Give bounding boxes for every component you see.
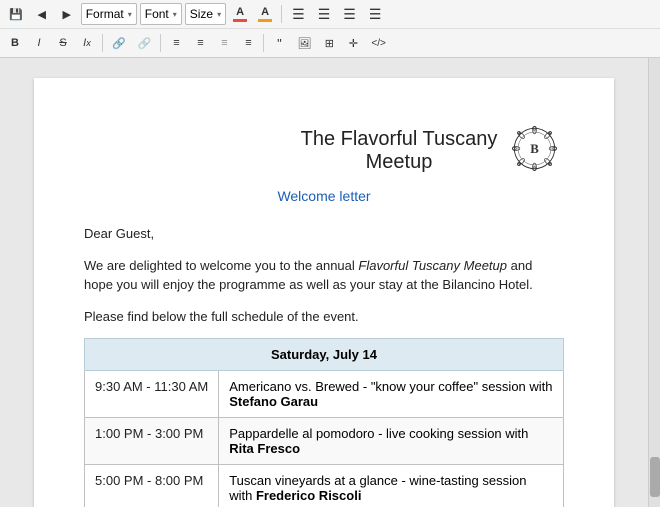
font-highlight-bar — [258, 19, 272, 22]
strikethrough-button[interactable]: S — [52, 32, 74, 54]
font-highlight-button[interactable]: A — [254, 3, 276, 25]
blockquote-button[interactable]: " — [268, 32, 290, 54]
font-dropdown[interactable]: Font ▾ — [140, 3, 182, 25]
italic-button[interactable]: I — [28, 32, 50, 54]
list-ordered-button[interactable]: ≡ — [189, 32, 211, 54]
welcome-link[interactable]: Welcome letter — [84, 188, 564, 204]
align-left-button[interactable]: ☰ — [287, 3, 310, 25]
unlink-button[interactable]: 🔗 — [133, 32, 157, 54]
align-right-button[interactable]: ☰ — [338, 3, 361, 25]
table-row: 9:30 AM - 11:30 AM Americano vs. Brewed … — [85, 371, 564, 418]
align-justify-button[interactable]: ☰ — [364, 3, 387, 25]
font-color-button[interactable]: A — [229, 3, 251, 25]
document-page: The Flavorful Tuscany Meetup — [34, 78, 614, 507]
format-arrow: ▾ — [128, 10, 132, 19]
event-cell: Pappardelle al pomodoro - live cooking s… — [219, 418, 564, 465]
save-button[interactable]: 💾 — [4, 3, 28, 25]
logo-area: B — [504, 118, 564, 178]
schedule-table: Saturday, July 14 9:30 AM - 11:30 AM Ame… — [84, 338, 564, 507]
image-button[interactable]: 🖼 — [292, 32, 316, 54]
size-arrow: ▾ — [217, 10, 221, 19]
redo-button[interactable]: ▶ — [56, 3, 78, 25]
greeting: Dear Guest, — [84, 224, 564, 244]
link-button[interactable]: 🔗 — [107, 32, 131, 54]
scrollbar-track[interactable] — [648, 58, 660, 507]
toolbar-row1: 💾 ◀ ▶ Format ▾ Font ▾ Size ▾ A A ☰ — [0, 0, 660, 29]
font-label: Font — [145, 7, 169, 21]
event-cell: Tuscan vineyards at a glance - wine-tast… — [219, 465, 564, 507]
editor-wrapper: The Flavorful Tuscany Meetup — [0, 58, 660, 507]
paragraph2: Please find below the full schedule of t… — [84, 307, 564, 327]
toolbar: 💾 ◀ ▶ Format ▾ Font ▾ Size ▾ A A ☰ — [0, 0, 660, 58]
document-title: The Flavorful Tuscany Meetup — [294, 128, 504, 174]
toolbar-row2: B I S Ix 🔗 🔗 ≡ ≡ ≡ ≡ " 🖼 ⊞ ✛ </> — [0, 29, 660, 57]
separator2 — [102, 34, 103, 52]
italic-text: Flavorful Tuscany Meetup — [358, 258, 507, 273]
separator — [281, 5, 282, 23]
format-dropdown[interactable]: Format ▾ — [81, 3, 137, 25]
speaker-name: Rita Fresco — [229, 441, 300, 456]
separator3 — [160, 34, 161, 52]
font-color-bar — [233, 19, 247, 22]
source-button[interactable]: </> — [366, 32, 390, 54]
time-cell: 1:00 PM - 3:00 PM — [85, 418, 219, 465]
speaker-name: Stefano Garau — [229, 394, 318, 409]
undo-button[interactable]: ◀ — [31, 3, 53, 25]
indent-more-button[interactable]: ≡ — [237, 32, 259, 54]
separator4 — [263, 34, 264, 52]
list-unordered-button[interactable]: ≡ — [165, 32, 187, 54]
scrollbar-thumb[interactable] — [650, 457, 660, 497]
schedule-header: Saturday, July 14 — [85, 339, 564, 371]
logo-icon: B — [507, 121, 562, 176]
special-char-button[interactable]: ✛ — [342, 32, 364, 54]
font-highlight-letter: A — [261, 7, 269, 18]
time-cell: 9:30 AM - 11:30 AM — [85, 371, 219, 418]
event-cell: Americano vs. Brewed - "know your coffee… — [219, 371, 564, 418]
size-label: Size — [190, 7, 213, 21]
format-label: Format — [86, 7, 124, 21]
font-color-letter: A — [236, 7, 244, 18]
indent-less-button[interactable]: ≡ — [213, 32, 235, 54]
speaker-name: Frederico Riscoli — [256, 488, 361, 503]
bold-button[interactable]: B — [4, 32, 26, 54]
table-row: 5:00 PM - 8:00 PM Tuscan vineyards at a … — [85, 465, 564, 507]
clear-format-button[interactable]: Ix — [76, 32, 98, 54]
paragraph1: We are delighted to welcome you to the a… — [84, 256, 564, 295]
size-dropdown[interactable]: Size ▾ — [185, 3, 226, 25]
time-cell: 5:00 PM - 8:00 PM — [85, 465, 219, 507]
table-button[interactable]: ⊞ — [318, 32, 340, 54]
svg-text:B: B — [530, 142, 539, 156]
font-arrow: ▾ — [173, 10, 177, 19]
page-header: The Flavorful Tuscany Meetup — [84, 118, 564, 178]
editor-scroll[interactable]: The Flavorful Tuscany Meetup — [0, 58, 648, 507]
table-row: 1:00 PM - 3:00 PM Pappardelle al pomodor… — [85, 418, 564, 465]
align-center-button[interactable]: ☰ — [313, 3, 336, 25]
